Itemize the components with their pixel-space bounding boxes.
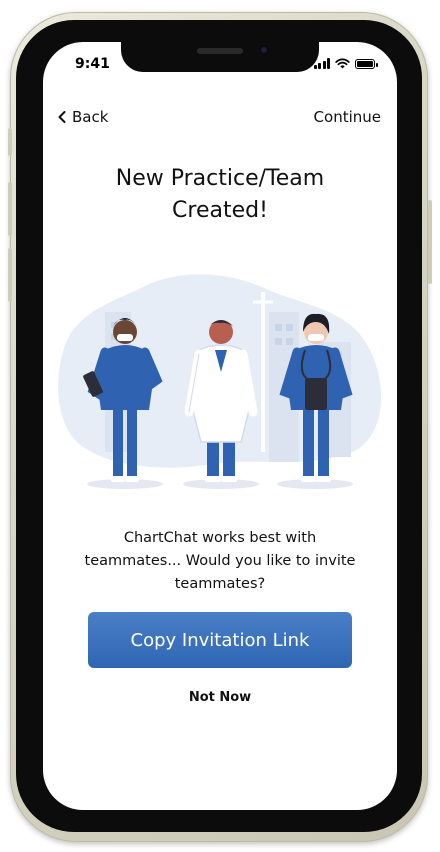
back-button[interactable]: Back xyxy=(58,108,108,126)
phone-screen: 9:41 Back Continue New Practice/Team Cre… xyxy=(43,42,397,810)
wifi-icon xyxy=(335,58,350,69)
phone-volume-down xyxy=(8,248,12,302)
page-title: New Practice/Team Created! xyxy=(115,166,325,223)
copy-invitation-link-button[interactable]: Copy Invitation Link xyxy=(88,612,352,668)
speaker xyxy=(197,48,243,54)
status-icons xyxy=(313,58,378,69)
phone-silent-switch xyxy=(8,128,12,156)
phone-power-button xyxy=(428,200,432,284)
status-time: 9:41 xyxy=(75,56,110,72)
back-label: Back xyxy=(72,108,109,126)
not-now-button[interactable]: Not Now xyxy=(43,690,397,705)
signal-icon xyxy=(313,58,330,69)
continue-button[interactable]: Continue xyxy=(314,108,381,126)
team-illustration xyxy=(58,274,382,489)
camera xyxy=(259,45,269,55)
phone-volume-up xyxy=(8,182,12,236)
chevron-left-icon xyxy=(58,111,66,123)
invite-message: ChartChat works best with teammates... W… xyxy=(84,530,356,592)
notch xyxy=(121,42,319,72)
battery-icon xyxy=(355,59,378,69)
